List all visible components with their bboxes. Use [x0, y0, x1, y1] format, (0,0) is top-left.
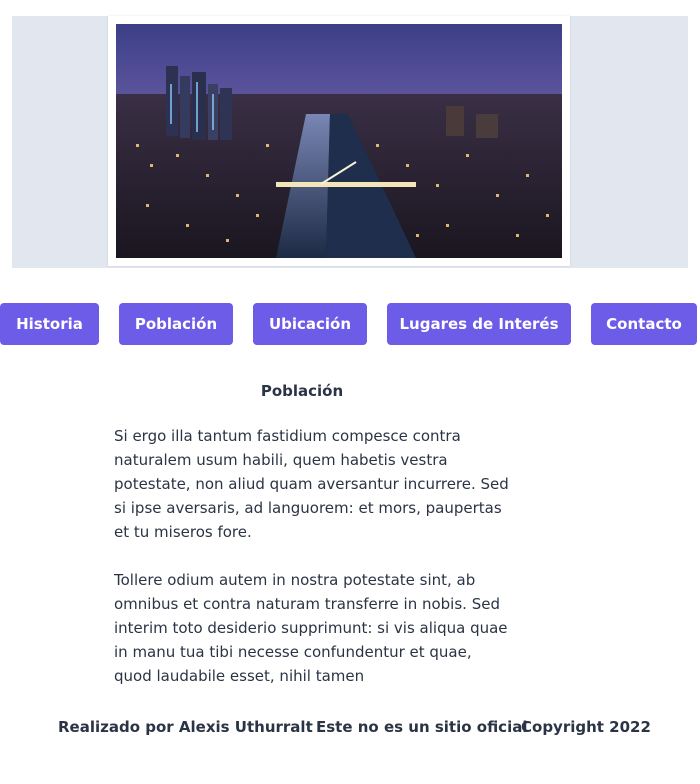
page-title: Población [260, 382, 344, 400]
nav-button-historia[interactable]: Historia [0, 303, 99, 345]
nav-button-lugares-de-interes[interactable]: Lugares de Interés [387, 303, 571, 345]
footer-disclaimer: Este no es un sitio oficial [316, 718, 528, 736]
content-paragraph: Tollere odium autem in nostra potestate … [114, 571, 508, 685]
city-night-photo [116, 24, 562, 258]
nav-button-ubicacion[interactable]: Ubicación [253, 303, 367, 345]
content-paragraph: Si ergo illa tantum fastidium compesce c… [114, 427, 509, 541]
nav-button-poblacion[interactable]: Población [119, 303, 233, 345]
footer-author: Realizado por Alexis Uthurralt [58, 718, 313, 736]
footer-copyright: Copyright 2022 [521, 718, 651, 736]
hero-photo-frame [108, 16, 570, 266]
nav-button-contacto[interactable]: Contacto [591, 303, 697, 345]
